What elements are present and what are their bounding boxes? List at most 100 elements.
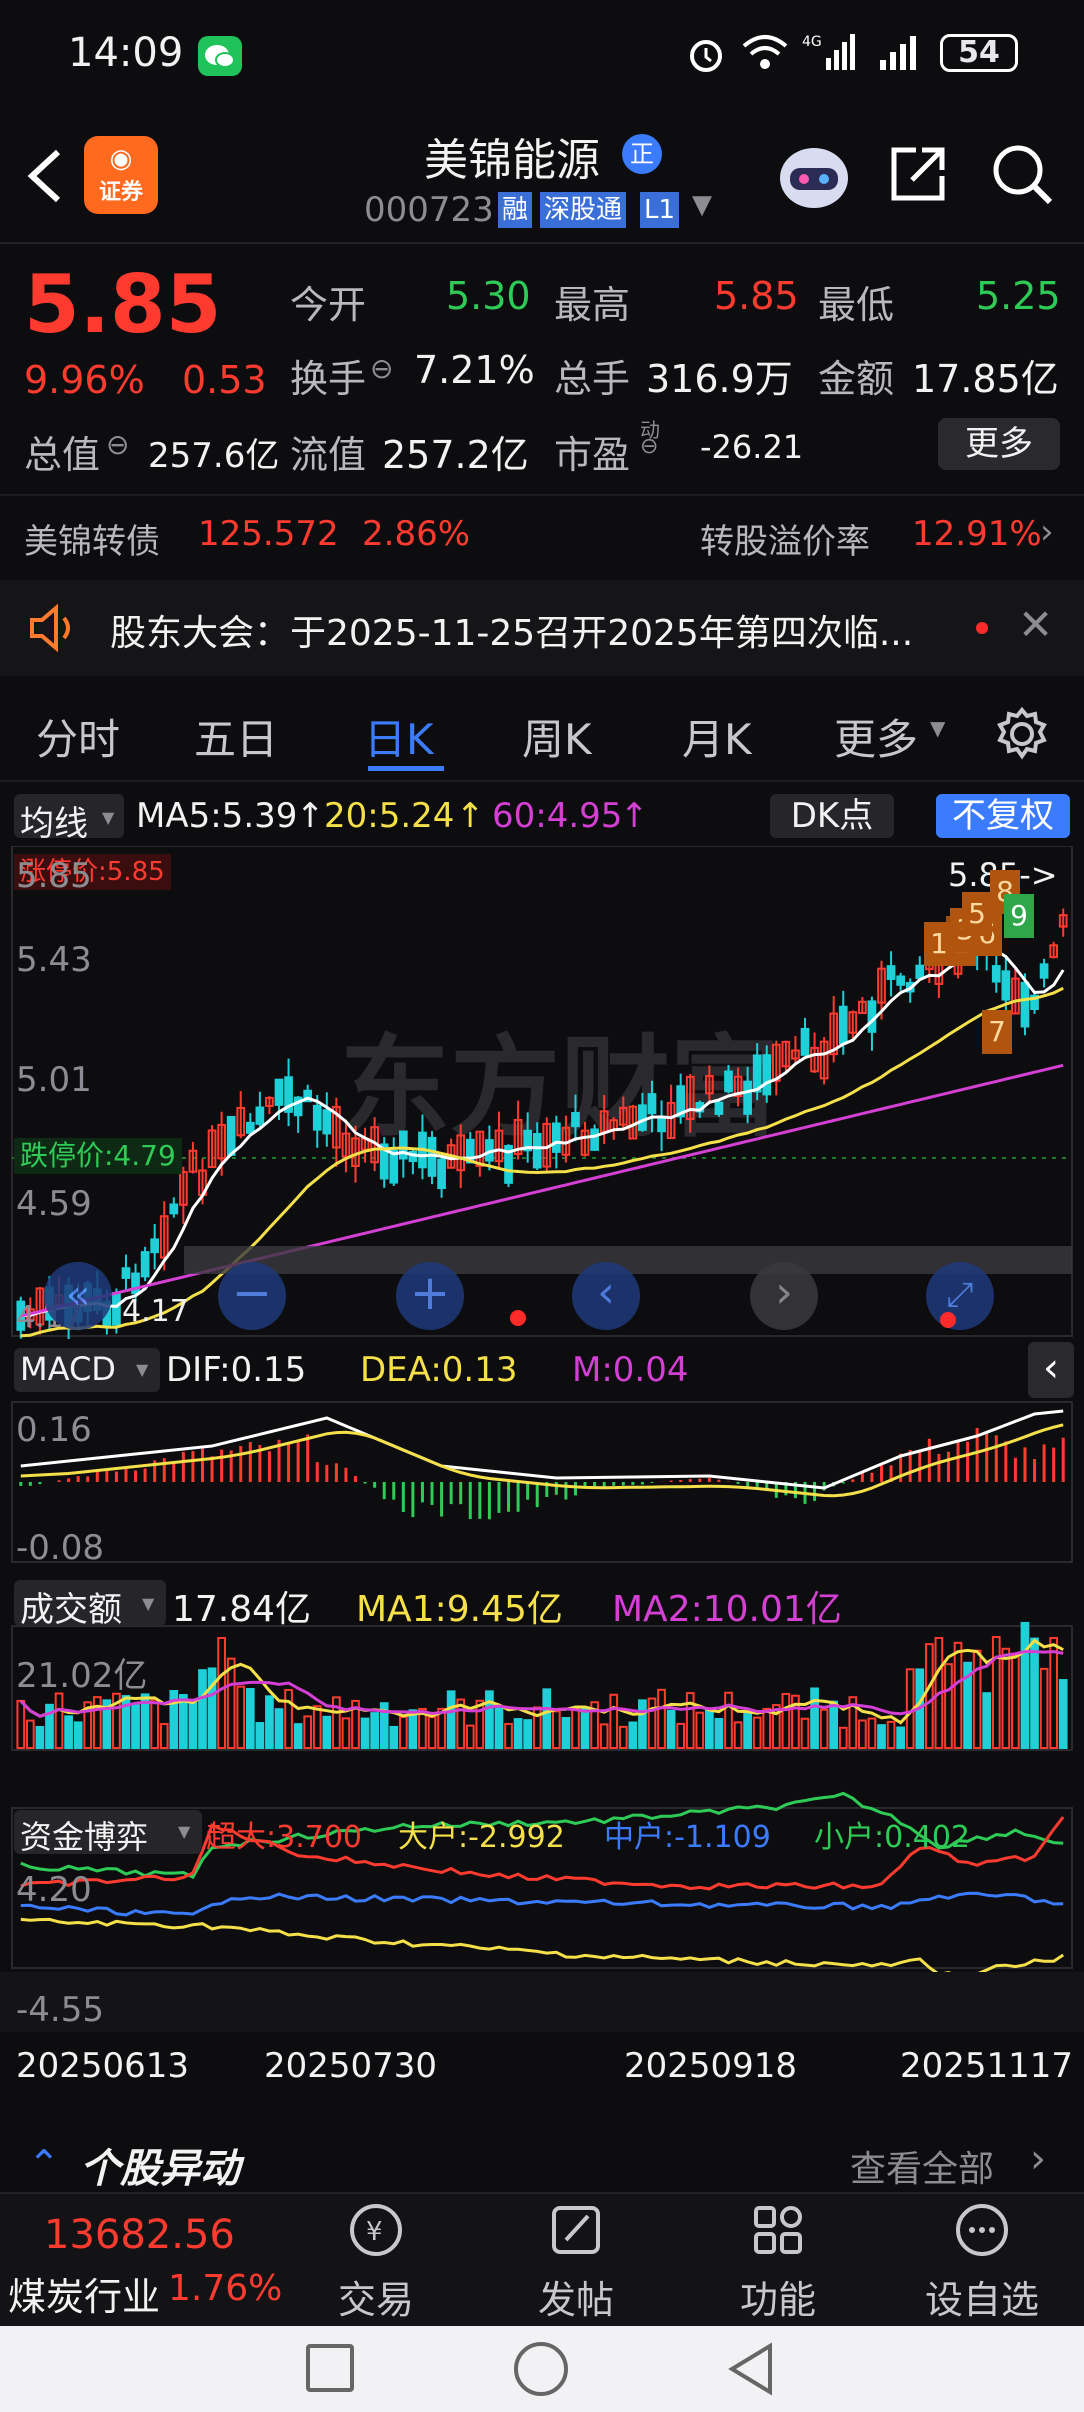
fullscreen-button[interactable]: ⤢ — [926, 1262, 994, 1330]
info-icon[interactable]: ⊖ — [640, 434, 658, 459]
candle-body — [150, 1238, 160, 1254]
add-watchlist-button[interactable]: 设自选 — [912, 2200, 1052, 2324]
signal-tag[interactable]: 9 — [1004, 894, 1034, 938]
volume-bar — [609, 1693, 619, 1750]
info-icon[interactable]: ⊖ — [106, 428, 129, 461]
mktcap-label: 总值 — [24, 433, 101, 477]
zoom-in-button[interactable]: + — [396, 1262, 464, 1330]
trade-button[interactable]: ¥ 交易 — [318, 2200, 434, 2324]
dk-point-button[interactable]: DK点 — [770, 794, 894, 838]
volume-bar — [1039, 1667, 1049, 1749]
collapse-indicators-button[interactable]: ‹ — [1028, 1342, 1074, 1398]
pe-value: -26.21 — [700, 428, 804, 466]
candle-body — [571, 1112, 580, 1128]
macd-m: M:0.04 — [572, 1350, 689, 1390]
volume-bar — [485, 1690, 494, 1750]
svg-text:¥: ¥ — [366, 2217, 383, 2247]
tab-fenshi[interactable]: 分时 — [36, 706, 120, 767]
volume-bar — [236, 1685, 246, 1750]
ma60-value: 60:4.95 — [492, 796, 623, 836]
candle-body — [762, 1054, 772, 1096]
prev-button[interactable]: ‹ — [572, 1262, 640, 1330]
candle-body — [647, 1093, 657, 1115]
volume-bar — [226, 1657, 236, 1750]
back-button[interactable] — [22, 146, 66, 210]
ma5-value: MA5:5.39 — [136, 796, 298, 836]
volume-bar — [207, 1667, 217, 1749]
tab-zhouk[interactable]: 周K — [522, 706, 592, 767]
volume-bar — [819, 1708, 829, 1750]
rewind-button[interactable]: « — [44, 1262, 112, 1330]
pe-label: 市盈 — [554, 433, 631, 477]
last-price: 5.85 — [24, 258, 222, 351]
signal-tag[interactable]: 5 — [962, 892, 992, 936]
float-label: 流值 — [290, 433, 367, 477]
function-button[interactable]: 功能 — [720, 2200, 836, 2324]
high-label: 最高 — [554, 283, 631, 327]
tab-rik[interactable]: 日K — [364, 706, 434, 767]
volume-bar — [475, 1699, 485, 1749]
volume-bar — [695, 1711, 705, 1750]
chevron-right-icon[interactable]: › — [1040, 512, 1054, 552]
volume-bar — [92, 1696, 102, 1749]
zoom-out-button[interactable]: − — [218, 1262, 286, 1330]
post-button[interactable]: 发帖 — [518, 2200, 634, 2324]
robot-assistant-icon[interactable] — [774, 138, 854, 218]
unread-dot — [976, 622, 988, 634]
volume-ma1: MA1:9.45亿 — [356, 1589, 563, 1630]
amount-value: 17.85亿 — [912, 357, 1059, 401]
chevron-down-icon[interactable]: ▼ — [692, 190, 712, 220]
low-value: 5.25 — [976, 274, 1061, 318]
badge-zheng: 正 — [622, 134, 662, 174]
signal-4g-icon: 4G — [800, 30, 860, 78]
more-quote-button[interactable]: 更多 — [938, 418, 1060, 470]
capital-medium: 中户:-1.109 — [604, 1820, 771, 1855]
volume-bar — [217, 1637, 226, 1749]
signal-tag[interactable]: 7 — [982, 1010, 1012, 1054]
volume-bar — [676, 1722, 686, 1749]
candle-body — [724, 1070, 733, 1093]
volume-bar — [35, 1726, 45, 1750]
kline-chart-area[interactable]: 东方财富 — [0, 846, 1084, 2126]
volume-bar — [446, 1690, 456, 1749]
back-nav-button[interactable] — [724, 2340, 776, 2402]
fuquan-button[interactable]: 不复权 — [936, 794, 1070, 838]
arrow-up-icon: ↑ — [620, 796, 649, 836]
tab-wuri[interactable]: 五日 — [194, 706, 278, 767]
share-icon[interactable] — [886, 142, 950, 210]
stock-name: 美锦能源 — [424, 135, 600, 186]
next-button[interactable]: › — [750, 1262, 818, 1330]
bond-name[interactable]: 美锦转债 — [24, 514, 160, 563]
capital-selector-label: 资金博弈 — [20, 1818, 149, 1856]
volume-bar — [810, 1687, 819, 1749]
signal-icon — [876, 30, 926, 78]
volume-bar — [159, 1723, 169, 1749]
tab-more[interactable]: 更多 — [834, 706, 918, 767]
capital-y-bottom: -4.55 — [16, 1990, 104, 2030]
volume-bar — [370, 1712, 379, 1750]
close-icon[interactable]: ✕ — [1018, 600, 1053, 649]
candle-body — [112, 1292, 121, 1326]
volume-bar — [398, 1716, 408, 1749]
industry-index-value[interactable]: 13682.56 — [44, 2212, 235, 2258]
candle-body — [312, 1104, 322, 1131]
chevron-up-icon[interactable]: ⌃ — [28, 2142, 60, 2186]
view-all-link[interactable]: 查看全部 — [850, 2140, 994, 2192]
chevron-right-icon[interactable]: › — [1030, 2136, 1046, 2182]
gear-icon[interactable] — [994, 706, 1050, 766]
broker-logo[interactable]: ◉ 证券 — [84, 136, 158, 214]
volume-bar — [73, 1721, 83, 1750]
home-button[interactable] — [514, 2342, 568, 2396]
volume-bar — [504, 1722, 513, 1749]
candle-body — [389, 1149, 399, 1184]
industry-name[interactable]: 煤炭行业 — [8, 2266, 160, 2321]
search-icon[interactable] — [990, 142, 1054, 210]
volume-bar — [25, 1719, 35, 1750]
tab-yuek[interactable]: 月K — [682, 706, 752, 767]
candle-body — [140, 1251, 150, 1278]
info-icon[interactable]: ⊖ — [370, 352, 393, 385]
volume-bar — [1058, 1679, 1068, 1749]
date-label: 20250613 — [16, 2046, 190, 2086]
notice-text[interactable]: 股东大会：于2025-11-25召开2025年第四次临... — [110, 604, 913, 656]
recents-button[interactable] — [306, 2344, 354, 2392]
